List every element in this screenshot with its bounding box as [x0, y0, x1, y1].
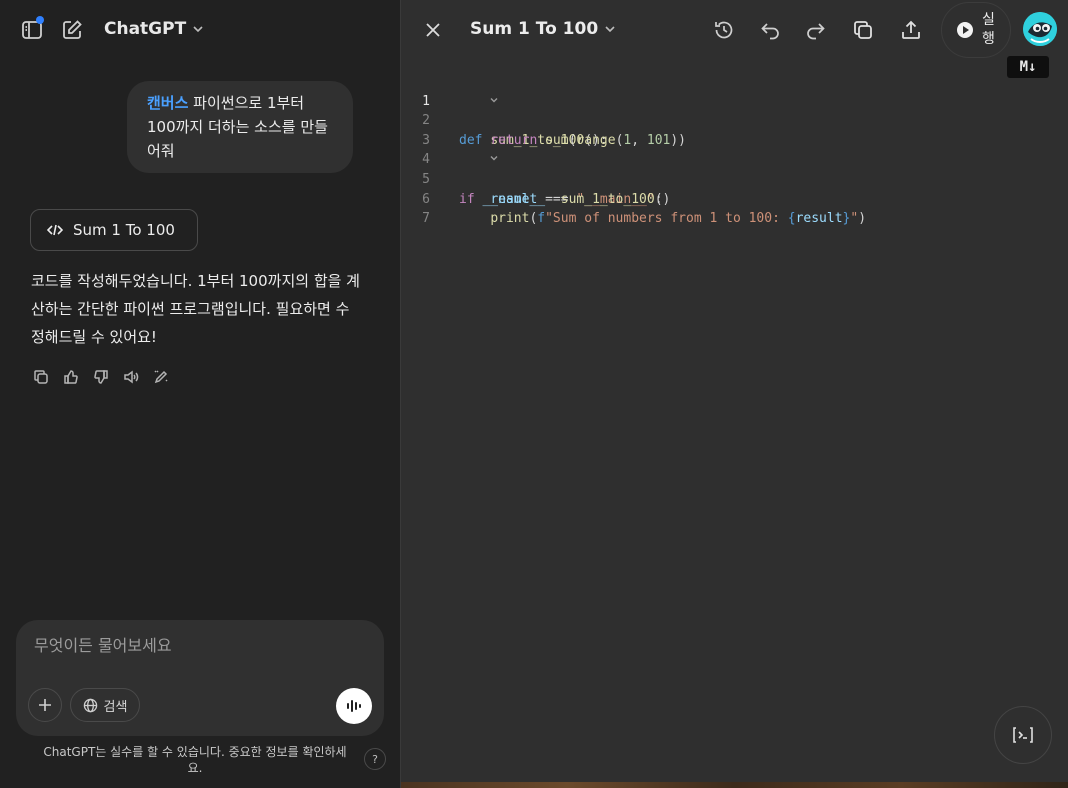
undo-icon[interactable] [757, 17, 783, 43]
run-label: 실행 [982, 12, 995, 47]
terminal-icon [1013, 727, 1033, 743]
chevron-down-icon [193, 26, 203, 33]
message-actions [32, 368, 170, 386]
user-message: 캔버스 파이썬으로 1부터 100까지 더하는 소스를 만들어줘 [127, 81, 353, 173]
assistant-message: 코드를 작성해두었습니다. 1부터 100까지의 합을 계산하는 간단한 파이썬… [31, 272, 360, 346]
search-button[interactable]: 검색 [70, 688, 140, 722]
edit-in-canvas-icon[interactable] [152, 368, 170, 386]
voice-mode-button[interactable] [336, 688, 372, 724]
plus-icon [39, 699, 51, 711]
code-line: 7 [401, 190, 1068, 226]
history-icon[interactable] [711, 17, 737, 43]
copy-icon[interactable] [850, 17, 876, 43]
canvas-chip-label: Sum 1 To 100 [73, 221, 175, 239]
code-line: 4 if __name__ == "__main__": [401, 131, 1068, 206]
search-label: 검색 [103, 699, 128, 715]
chevron-down-icon [605, 26, 615, 33]
copy-icon[interactable] [32, 368, 50, 386]
new-chat-icon[interactable] [60, 18, 84, 42]
avatar[interactable] [1023, 12, 1057, 46]
prompt-input[interactable] [32, 632, 336, 658]
run-button[interactable]: 실행 [941, 2, 1011, 58]
code-editor[interactable]: 1 def sum_1_to_100(): 2 return sum(range… [401, 72, 1068, 227]
close-icon[interactable] [421, 18, 445, 42]
redo-icon[interactable] [803, 17, 829, 43]
globe-icon [83, 698, 97, 712]
thumbs-up-icon[interactable] [62, 368, 80, 386]
canvas-title: Sum 1 To 100 [470, 19, 599, 39]
canvas-tag: 캔버스 [147, 94, 189, 112]
composer: 검색 [16, 620, 384, 736]
read-aloud-icon[interactable] [122, 368, 140, 386]
attach-button[interactable] [28, 688, 62, 722]
canvas-chip[interactable]: Sum 1 To 100 [30, 209, 198, 251]
code-line: 3 [401, 111, 1068, 148]
disclaimer: ChatGPT는 실수를 할 수 있습니다. 중요한 정보를 확인하세요. [43, 745, 347, 775]
code-line: 2 return sum(range(1, 101)) [401, 92, 1068, 148]
line-number: 7 [422, 211, 430, 227]
console-button[interactable] [994, 706, 1052, 764]
share-icon[interactable] [898, 17, 924, 43]
notification-dot [36, 16, 44, 24]
voice-wave-icon [347, 700, 361, 712]
code-line: 1 def sum_1_to_100(): [401, 72, 1068, 148]
help-button[interactable]: ? [364, 748, 386, 770]
chat-panel: ChatGPT 캔버스 파이썬으로 1부터 100까지 더하는 소스를 만들어줘… [0, 0, 400, 788]
code-line: 6 print(f"Sum of numbers from 1 to 100: … [401, 170, 1068, 227]
thumbs-down-icon[interactable] [92, 368, 110, 386]
code-line: 5 result = sum_1_to_100() [401, 150, 1068, 207]
code-icon [47, 224, 63, 236]
canvas-panel: Sum 1 To 100 실행 M↓ 1 def sum_1_to_100():… [401, 0, 1068, 782]
app-title: ChatGPT [104, 19, 187, 39]
desktop-background-strip [401, 782, 1068, 788]
code-text: print(f"Sum of numbers from 1 to 100: {r… [490, 211, 867, 227]
canvas-title-selector[interactable]: Sum 1 To 100 [470, 19, 616, 39]
model-selector[interactable]: ChatGPT [104, 19, 204, 39]
play-icon [957, 22, 973, 38]
